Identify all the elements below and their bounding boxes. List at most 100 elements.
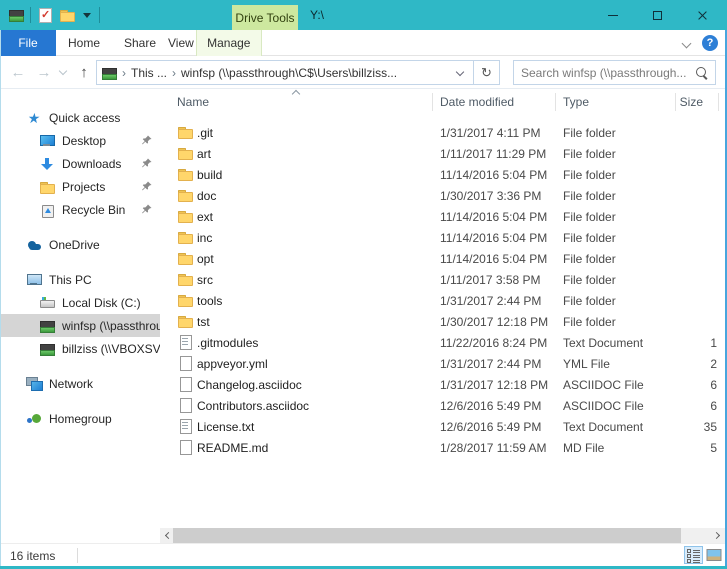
column-header-name[interactable]: Name [177,89,209,115]
file-icon [177,208,193,224]
search-icon[interactable] [694,65,710,81]
back-button[interactable]: ← [6,56,30,89]
pin-icon [140,180,153,193]
column-divider[interactable] [555,93,556,111]
sidebar-item-icon [39,133,55,149]
file-row[interactable]: tst 1/30/2017 12:18 PM File folder [160,311,727,332]
sidebar-item-label: Quick access [49,111,120,125]
ribbon-tab[interactable]: Share [112,30,168,56]
window-controls [590,0,725,30]
pin-icon [140,203,153,216]
file-row[interactable]: inc 11/14/2016 5:04 PM File folder [160,227,727,248]
sidebar-item[interactable]: Local Disk (C:) [0,291,160,314]
sidebar-item[interactable]: billziss (\\VBOXSVR) [0,337,160,360]
search-input[interactable] [514,66,694,80]
new-folder-icon[interactable] [59,7,75,23]
details-view-button[interactable] [684,546,703,564]
file-row[interactable]: License.txt 12/6/2016 5:49 PM Text Docum… [160,416,727,437]
sidebar-item[interactable]: Homegroup [0,407,160,430]
file-list: Name Date modified Type Size .git 1/31/2… [160,89,727,528]
sidebar-item[interactable]: Downloads [0,152,160,175]
file-row[interactable]: .gitmodules 11/22/2016 8:24 PM Text Docu… [160,332,727,353]
file-date-modified: 1/30/2017 12:18 PM [440,311,560,332]
sidebar-item[interactable]: Projects [0,175,160,198]
file-name: build [197,164,427,185]
address-bar[interactable]: › This ... › winfsp (\\passthrough\C$\Us… [96,60,500,85]
close-icon [697,10,708,21]
ribbon-tab[interactable]: View [168,30,194,56]
address-dropdown-button[interactable] [449,61,471,84]
column-divider[interactable] [718,93,719,111]
file-row[interactable]: opt 11/14/2016 5:04 PM File folder [160,248,727,269]
close-button[interactable] [680,0,725,30]
file-row[interactable]: .git 1/31/2017 4:11 PM File folder [160,122,727,143]
file-name: .gitmodules [197,332,427,353]
file-row[interactable]: art 1/11/2017 11:29 PM File folder [160,143,727,164]
sidebar-item[interactable]: This PC [0,268,160,291]
file-row[interactable]: tools 1/31/2017 2:44 PM File folder [160,290,727,311]
file-date-modified: 11/14/2016 5:04 PM [440,164,560,185]
breadcrumb-root[interactable]: This ... [131,66,167,80]
scrollbar-thumb[interactable] [173,528,681,543]
sidebar-item[interactable]: OneDrive [0,233,160,256]
column-header-size[interactable]: Size [640,89,703,115]
sidebar-item[interactable]: Recycle Bin [0,198,160,221]
quick-access-toolbar [8,0,100,30]
recent-locations-button[interactable] [56,56,70,89]
sidebar-item[interactable]: ★ Quick access [0,106,160,129]
file-row[interactable]: doc 1/30/2017 3:36 PM File folder [160,185,727,206]
file-date-modified: 1/11/2017 11:29 PM [440,143,560,164]
file-row[interactable]: ext 11/14/2016 5:04 PM File folder [160,206,727,227]
file-row[interactable]: src 1/11/2017 3:58 PM File folder [160,269,727,290]
minimize-button[interactable] [590,0,635,30]
toolbar-separator [30,7,31,23]
file-size: 6 [640,395,717,416]
file-date-modified: 11/22/2016 8:24 PM [440,332,560,353]
sidebar-item[interactable]: Desktop [0,129,160,152]
sidebar-item-label: billziss (\\VBOXSVR) [62,342,160,356]
file-row[interactable]: README.md 1/28/2017 11:59 AM MD File 5 [160,437,727,458]
sidebar-item[interactable]: Network [0,372,160,395]
file-row[interactable]: appveyor.yml 1/31/2017 2:44 PM YML File … [160,353,727,374]
up-button[interactable]: ↑ [72,56,96,89]
file-icon [177,229,193,245]
ribbon-tab[interactable]: Home [56,30,112,56]
help-button[interactable]: ? [702,35,718,51]
file-date-modified: 11/14/2016 5:04 PM [440,248,560,269]
ribbon-tab[interactable]: Manage [196,30,262,56]
sidebar-item-icon [39,318,55,334]
ribbon-tab-label: Share [124,36,156,50]
customize-toolbar-chevron-icon[interactable] [83,13,91,18]
ribbon-tab-label: Manage [207,36,250,50]
maximize-button[interactable] [635,0,680,30]
column-divider[interactable] [432,93,433,111]
file-row[interactable]: build 11/14/2016 5:04 PM File folder [160,164,727,185]
file-size [640,185,717,206]
ribbon-tab[interactable]: File [0,30,56,56]
file-icon [177,313,193,329]
maximize-icon [653,11,662,20]
sidebar-item[interactable]: winfsp (\\passthrough [0,314,160,337]
forward-button[interactable]: → [32,56,56,89]
file-name: appveyor.yml [197,353,427,374]
breadcrumb-separator-icon: › [172,66,176,80]
file-row[interactable]: Contributors.asciidoc 12/6/2016 5:49 PM … [160,395,727,416]
properties-icon[interactable] [37,7,53,23]
file-date-modified: 1/11/2017 3:58 PM [440,269,560,290]
horizontal-scrollbar[interactable] [160,528,725,543]
sidebar-item-label: Desktop [62,134,106,148]
file-name: inc [197,227,427,248]
refresh-button[interactable]: ↻ [473,60,499,85]
toolbar-separator [99,7,100,23]
scroll-right-button[interactable] [710,528,725,543]
column-header-date-modified[interactable]: Date modified [440,89,514,115]
column-header-type[interactable]: Type [563,89,589,115]
file-icon [177,334,193,350]
file-name: tst [197,311,427,332]
breadcrumb-current-folder[interactable]: winfsp (\\passthrough\C$\Users\billziss.… [181,66,397,80]
file-icon [177,439,193,455]
file-row[interactable]: Changelog.asciidoc 1/31/2017 12:18 PM AS… [160,374,727,395]
sidebar-item-icon [39,156,55,172]
column-divider[interactable] [675,93,676,111]
large-icons-view-button[interactable] [704,546,723,564]
